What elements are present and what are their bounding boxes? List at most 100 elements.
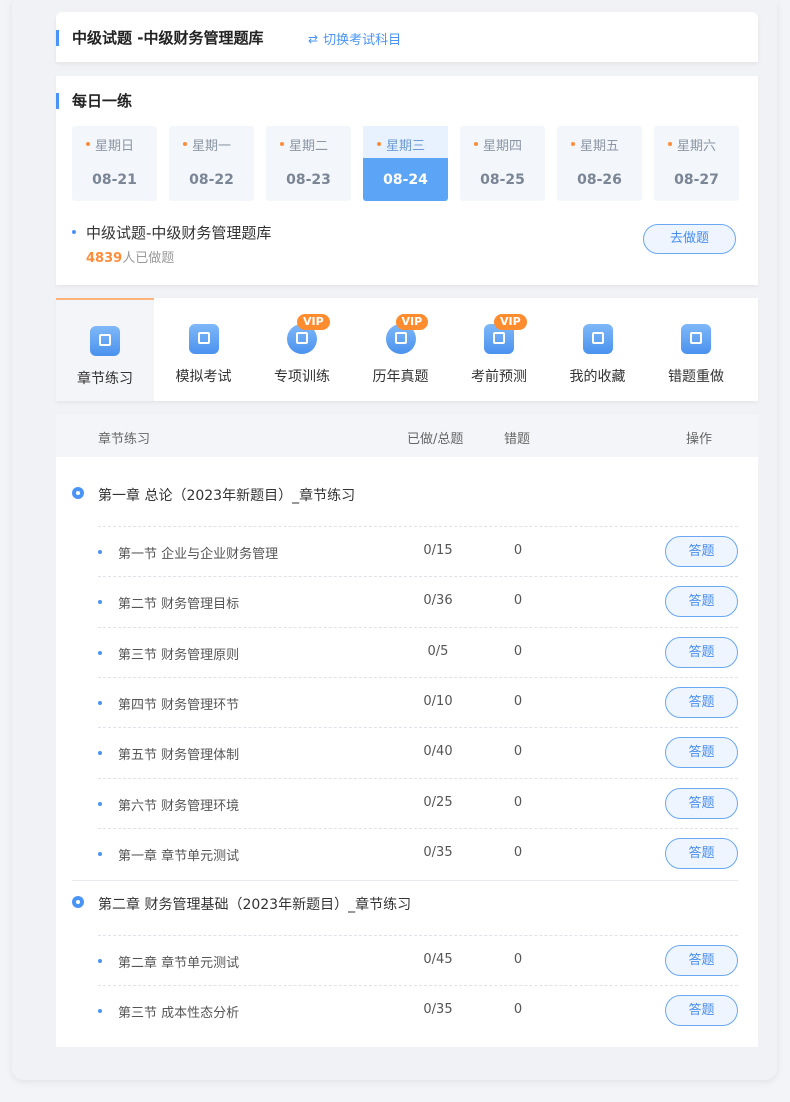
row-done: 0/5 xyxy=(427,643,449,659)
row-wrong: 0 xyxy=(513,643,523,659)
day-date: 08-26 xyxy=(577,172,622,188)
switch-subject-label: 切换考试科目 xyxy=(323,33,402,48)
answer-button[interactable]: 答题 xyxy=(665,787,738,819)
row-bullet xyxy=(98,1009,102,1014)
day-selector: 星期日 08-21 星期一 08-22 星期二 08-23 星期三 08-24 星期四 08-25… xyxy=(72,126,739,201)
vip-badge: VIP xyxy=(395,314,429,330)
day-item[interactable]: 星期日 08-21 xyxy=(72,126,157,201)
row-done: 0/36 xyxy=(423,593,453,609)
tab-label: 模拟考试 xyxy=(175,369,232,385)
day-weekday: 星期日 xyxy=(94,139,134,154)
answer-button[interactable]: 答题 xyxy=(665,995,738,1027)
row-name: 第二章 章节单元测试 xyxy=(118,956,240,972)
tab-label: 错题重做 xyxy=(668,369,724,385)
vip-badge: VIP xyxy=(494,314,527,330)
day-item[interactable]: 星期六 08-27 xyxy=(654,126,739,201)
row-wrong: 0 xyxy=(513,693,523,709)
tab-graduation-cap[interactable]: VIP 考前预测 xyxy=(450,298,548,401)
row-name: 第四节 财务管理环节 xyxy=(118,697,240,713)
day-date: 08-23 xyxy=(286,172,331,188)
day-weekday: 星期六 xyxy=(676,139,716,154)
row-done: 0/25 xyxy=(423,794,453,810)
row-wrong: 0 xyxy=(513,794,523,810)
row-bullet xyxy=(98,550,102,554)
icon-inner xyxy=(296,332,308,344)
row-bullet xyxy=(98,959,102,964)
tab-label: 历年真题 xyxy=(372,369,429,385)
table-header: 章节练习 已做/总题 错题 操作 xyxy=(56,415,758,457)
tab-label: 我的收藏 xyxy=(569,369,626,385)
tab-star-bookmark[interactable]: 我的收藏 xyxy=(549,298,647,401)
tab-label: 考前预测 xyxy=(471,369,527,385)
table-row: 第一章 章节单元测试 0/35 0 答题 xyxy=(98,827,738,878)
feature-tabs: 章节练习 模拟考试 VIP 专项训练 VIP 历年真题 VIP 考前预测 我的收藏 错题重做 xyxy=(56,298,758,401)
answer-button[interactable]: 答题 xyxy=(665,586,738,618)
answer-button[interactable]: 答题 xyxy=(665,636,738,668)
row-bullet xyxy=(98,650,102,655)
day-weekday: 星期三 xyxy=(385,139,425,154)
row-bullet xyxy=(98,751,102,756)
bullet-dot xyxy=(72,230,76,234)
go-practice-button[interactable]: 去做题 xyxy=(643,224,736,254)
tab-error-redo[interactable]: 错题重做 xyxy=(647,298,745,401)
chapter-radio-icon xyxy=(72,896,84,909)
row-wrong: 0 xyxy=(513,952,523,968)
switch-subject-link[interactable]: ⇄ 切换考试科目 xyxy=(308,29,402,49)
tab-scroll[interactable]: 模拟考试 xyxy=(155,298,253,401)
daily-practice-card: 每日一练 星期日 08-21 星期一 08-22 星期二 08-23 星期三 08-24 星期四… xyxy=(56,76,758,285)
daily-item-name: 中级试题-中级财务管理题库 xyxy=(86,224,272,242)
day-item[interactable]: 星期二 08-23 xyxy=(266,126,351,201)
day-weekday: 星期二 xyxy=(288,139,328,154)
icon-inner xyxy=(591,332,604,344)
chapter-title: 第二章 财务管理基础（2023年新题目）_章节练习 xyxy=(98,897,412,914)
table-row: 第六节 财务管理环境 0/25 0 答题 xyxy=(98,777,738,828)
answer-button[interactable]: 答题 xyxy=(665,837,738,869)
tab-target[interactable]: VIP 专项训练 xyxy=(253,298,351,401)
book-icon xyxy=(90,326,120,356)
day-item[interactable]: 星期一 08-22 xyxy=(169,126,254,201)
col-action-header: 操作 xyxy=(686,432,713,447)
tab-label: 专项训练 xyxy=(274,369,330,385)
tab-label: 章节练习 xyxy=(77,371,133,387)
icon-inner xyxy=(394,332,407,344)
answer-button[interactable]: 答题 xyxy=(665,686,738,718)
tab-medal[interactable]: VIP 历年真题 xyxy=(352,298,450,401)
row-done: 0/35 xyxy=(423,1002,453,1018)
page-container: 中级试题 -中级财务管理题库 ⇄ 切换考试科目 每日一练 星期日 08-21 星期一… xyxy=(12,0,777,1080)
col-name-header: 章节练习 xyxy=(98,432,151,447)
table-row: 第一节 企业与企业财务管理 0/15 0 答题 xyxy=(98,526,738,576)
col-wrong-header: 错题 xyxy=(504,432,531,447)
tab-book[interactable]: 章节练习 xyxy=(56,298,154,401)
row-wrong: 0 xyxy=(513,543,523,558)
row-done: 0/35 xyxy=(423,844,453,860)
daily-practice-title: 每日一练 xyxy=(72,92,133,110)
accent-bar xyxy=(56,30,59,46)
page-title: 中级试题 -中级财务管理题库 xyxy=(72,29,264,47)
header-bar: 中级试题 -中级财务管理题库 ⇄ 切换考试科目 xyxy=(56,12,758,62)
answer-button[interactable]: 答题 xyxy=(665,536,738,567)
daily-participant-count: 4839人已做题 xyxy=(86,247,271,266)
table-row: 第二节 财务管理目标 0/36 0 答题 xyxy=(98,576,738,626)
row-bullet xyxy=(98,700,102,705)
day-item[interactable]: 星期五 08-26 xyxy=(557,126,642,201)
row-name: 第三节 成本性态分析 xyxy=(118,1006,240,1022)
answer-button[interactable]: 答题 xyxy=(665,945,738,977)
row-wrong: 0 xyxy=(513,744,523,760)
row-name: 第一章 章节单元测试 xyxy=(118,848,240,864)
row-name: 第三节 财务管理原则 xyxy=(118,647,240,663)
participant-number: 4839 xyxy=(86,251,123,266)
row-done: 0/45 xyxy=(423,952,453,968)
accent-bar xyxy=(56,93,59,109)
day-item[interactable]: 星期四 08-25 xyxy=(460,126,545,201)
row-name: 第五节 财务管理体制 xyxy=(118,748,240,764)
answer-button[interactable]: 答题 xyxy=(665,737,738,769)
day-weekday: 星期五 xyxy=(579,139,619,154)
row-wrong: 0 xyxy=(513,593,523,609)
day-date: 08-27 xyxy=(674,172,719,188)
chapter-radio-icon xyxy=(72,487,84,499)
participant-suffix: 人已做题 xyxy=(122,251,175,266)
day-item[interactable]: 星期三 08-24 xyxy=(363,126,448,201)
row-name: 第一节 企业与企业财务管理 xyxy=(118,547,279,562)
swap-icon: ⇄ xyxy=(308,31,319,46)
table-row: 第三节 财务管理原则 0/5 0 答题 xyxy=(98,626,738,677)
